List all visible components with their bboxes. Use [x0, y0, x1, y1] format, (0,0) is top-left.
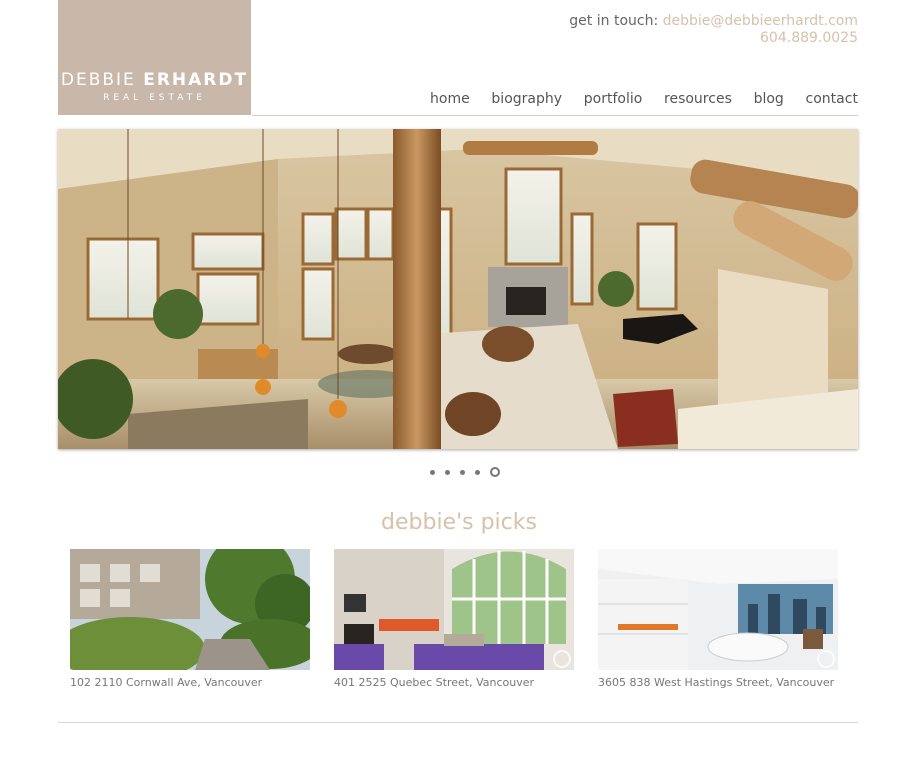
- pick-photo-3[interactable]: [598, 549, 838, 670]
- pick-card-2[interactable]: 401 2525 Quebec Street, Vancouver: [334, 549, 574, 689]
- nav-contact[interactable]: contact: [806, 91, 858, 107]
- nav-portfolio[interactable]: portfolio: [584, 91, 643, 107]
- site-logo[interactable]: DEBBIE ERHARDT REAL ESTATE: [58, 0, 251, 115]
- main-nav: home biography portfolio resources blog …: [430, 91, 858, 107]
- slider-dot-1[interactable]: [430, 469, 435, 475]
- pick-photo-2[interactable]: [334, 549, 574, 670]
- pick-card-3[interactable]: 3605 838 West Hastings Street, Vancouver: [598, 549, 838, 689]
- contact-info: get in touch: debbie@debbieerhardt.com: [569, 13, 858, 29]
- logo-name: DEBBIE ERHARDT: [60, 70, 249, 90]
- slider-dot-2[interactable]: [445, 469, 450, 475]
- slider-dot-4[interactable]: [475, 469, 480, 475]
- header-divider: [252, 115, 858, 116]
- nav-blog[interactable]: blog: [754, 91, 784, 107]
- pick-photo-1[interactable]: [70, 549, 310, 670]
- slider-dot-3[interactable]: [460, 469, 465, 475]
- pick-caption-2[interactable]: 401 2525 Quebec Street, Vancouver: [334, 676, 574, 689]
- hero-interior-illustration: [58, 129, 858, 449]
- nav-home[interactable]: home: [430, 91, 470, 107]
- contact-email-link[interactable]: debbie@debbieerhardt.com: [663, 13, 858, 29]
- pick-card-1[interactable]: 102 2110 Cornwall Ave, Vancouver: [70, 549, 310, 689]
- contact-phone: 604.889.0025: [760, 30, 858, 46]
- nav-biography[interactable]: biography: [491, 91, 562, 107]
- nav-resources[interactable]: resources: [664, 91, 732, 107]
- contact-prefix: get in touch:: [569, 13, 659, 29]
- logo-tagline: REAL ESTATE: [103, 93, 206, 103]
- pick-caption-3[interactable]: 3605 838 West Hastings Street, Vancouver: [598, 676, 838, 689]
- slider-pagination: [430, 467, 500, 477]
- hero-slideshow-image: [58, 129, 858, 449]
- pick-caption-1[interactable]: 102 2110 Cornwall Ave, Vancouver: [70, 676, 310, 689]
- picks-heading: debbie's picks: [381, 510, 537, 535]
- footer-divider: [58, 722, 858, 723]
- slider-dot-5-active[interactable]: [490, 467, 500, 477]
